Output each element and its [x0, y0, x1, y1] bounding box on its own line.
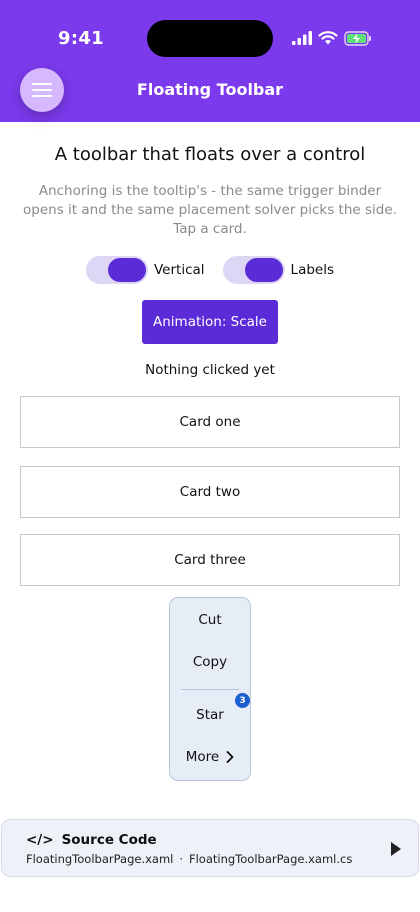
toggle-knob [108, 258, 146, 282]
source-code-title: Source Code [61, 832, 157, 848]
star-button[interactable]: Star [170, 707, 250, 723]
source-files: FloatingToolbarPage.xaml · FloatingToolb… [26, 852, 352, 866]
page-heading: A toolbar that floats over a control [54, 144, 366, 165]
vertical-toggle-group: Vertical [86, 256, 205, 284]
battery-charging-icon [344, 30, 371, 46]
toolbar-divider [181, 689, 239, 690]
dynamic-island [147, 20, 273, 57]
page-description: Anchoring is the tooltip's - the same tr… [23, 183, 397, 237]
floating-toolbar: Cut Copy 3 Star More [169, 597, 251, 781]
more-button[interactable]: More [170, 749, 250, 765]
chevron-right-icon [226, 751, 234, 763]
labels-toggle-group: Labels [222, 256, 334, 284]
page-title: Floating Toolbar [136, 80, 284, 99]
labels-toggle[interactable] [222, 256, 285, 284]
vertical-toggle[interactable] [86, 256, 148, 284]
vertical-toggle-label: Vertical [154, 262, 205, 278]
wifi-icon [318, 31, 338, 45]
source-file-separator: · [179, 852, 183, 866]
more-label: More [185, 749, 220, 765]
cut-button[interactable]: Cut [170, 612, 250, 628]
code-icon: </> [26, 832, 54, 848]
play-icon[interactable] [391, 842, 401, 856]
source-file-xaml[interactable]: FloatingToolbarPage.xaml [26, 852, 173, 866]
signal-icon [292, 31, 312, 45]
source-code-title-row: </> Source Code [26, 832, 157, 848]
star-badge: 3 [235, 693, 250, 708]
labels-toggle-label: Labels [290, 262, 334, 278]
card-two[interactable]: Card two [20, 466, 400, 518]
card-three[interactable]: Card three [20, 534, 400, 586]
toggle-row: Vertical Labels [0, 256, 420, 284]
app-header: 9:41 Floating Toolbar [0, 0, 420, 122]
status-icons [292, 29, 372, 47]
status-time: 9:41 [58, 28, 104, 49]
copy-button[interactable]: Copy [170, 654, 250, 670]
card-one[interactable]: Card one [20, 396, 400, 448]
toggle-knob [244, 258, 283, 282]
source-file-cs[interactable]: FloatingToolbarPage.xaml.cs [189, 852, 352, 866]
animation-button[interactable]: Animation: Scale [142, 300, 278, 344]
source-code-panel[interactable]: </> Source Code FloatingToolbarPage.xaml… [1, 819, 419, 877]
click-status-text: Nothing clicked yet [145, 362, 275, 378]
